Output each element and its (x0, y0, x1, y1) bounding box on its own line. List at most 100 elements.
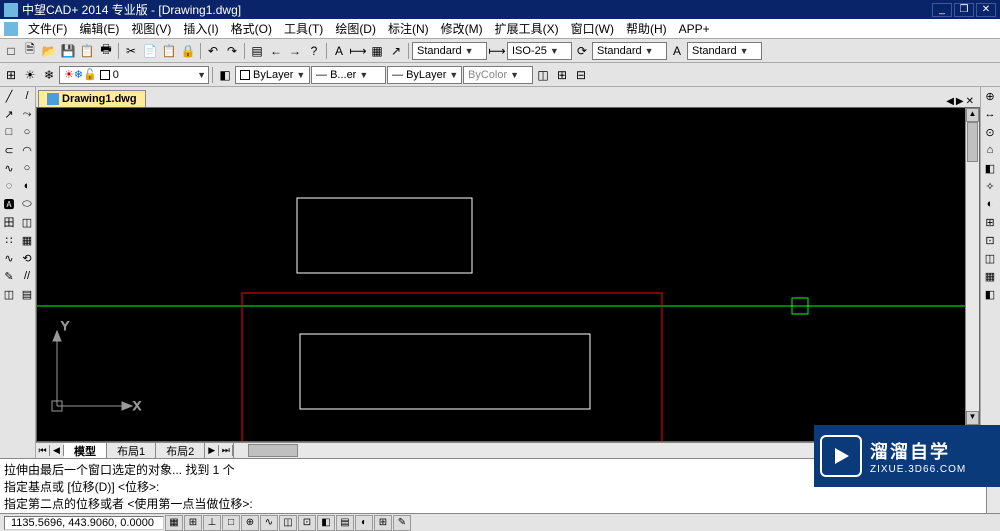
saveas-icon[interactable]: 📋 (78, 42, 96, 60)
move-icon[interactable]: ⊕ (981, 87, 999, 105)
grid-toggle[interactable]: ⊞ (184, 515, 202, 531)
layer-manager-icon[interactable]: ⊞ (2, 66, 20, 84)
hatch-icon[interactable]: ▦ (18, 231, 36, 249)
menu-window[interactable]: 窗口(W) (565, 18, 620, 39)
block-icon[interactable]: ◫ (18, 213, 36, 231)
menu-format[interactable]: 格式(O) (225, 18, 278, 39)
offset-icon[interactable]: ◧ (981, 159, 999, 177)
next-icon[interactable]: → (286, 42, 304, 60)
extend-icon[interactable]: ◫ (981, 249, 999, 267)
prop-icon1[interactable]: ◫ (534, 66, 552, 84)
layout-tab-layout1[interactable]: 布局1 (107, 443, 156, 459)
donut-icon[interactable]: ◌ (0, 177, 18, 195)
text-tool-icon[interactable]: A (668, 42, 686, 60)
arc2-icon[interactable]: ◠ (18, 141, 36, 159)
polar-toggle[interactable]: □ (222, 515, 240, 531)
menu-draw[interactable]: 绘图(D) (329, 18, 382, 39)
paste-icon[interactable]: 📋 (160, 42, 178, 60)
wcs-toggle[interactable]: ⊞ (374, 515, 392, 531)
stretch-icon[interactable]: ⊞ (981, 213, 999, 231)
point-icon[interactable]: ∷ (0, 231, 18, 249)
menu-insert[interactable]: 插入(I) (177, 18, 224, 39)
rect-icon[interactable]: □ (0, 123, 18, 141)
text-icon[interactable]: 🅰 (0, 195, 18, 213)
coordinate-display[interactable]: 1135.5696, 443.9060, 0.0000 (4, 516, 164, 530)
lineweight-combo[interactable]: — ByLayer▼ (387, 66, 462, 84)
ellipsearc-icon[interactable]: ◐ (18, 177, 36, 195)
minimize-button[interactable]: _ (932, 3, 952, 17)
print-icon[interactable]: 🖶 (97, 42, 115, 60)
dimset-combo[interactable]: ISO-25▼ (507, 42, 572, 60)
fillet-icon[interactable]: ◧ (981, 285, 999, 303)
color-icon[interactable]: ◧ (216, 66, 234, 84)
circle-icon[interactable]: ○ (18, 123, 36, 141)
menu-view[interactable]: 视图(V) (125, 18, 177, 39)
layout-nav-last[interactable]: ⏭ (219, 445, 233, 456)
array-icon[interactable]: ✧ (981, 177, 999, 195)
menu-dimension[interactable]: 标注(N) (382, 18, 435, 39)
dimstyle-combo[interactable]: Standard▼ (412, 42, 487, 60)
pan-icon[interactable]: ▤ (248, 42, 266, 60)
mleader-icon[interactable]: ↗ (387, 42, 405, 60)
update-icon[interactable]: ⟳ (573, 42, 591, 60)
match-icon[interactable]: 🔒 (179, 42, 197, 60)
layer-states-icon[interactable]: ☀ (21, 66, 39, 84)
layer-filter-icon[interactable]: ❄ (40, 66, 58, 84)
ray-icon[interactable]: / (18, 87, 36, 105)
color-combo[interactable]: ByLayer▼ (235, 66, 310, 84)
linetype-combo[interactable]: — B...er▼ (311, 66, 386, 84)
tablestyle-combo[interactable]: Standard▼ (687, 42, 762, 60)
osnap-toggle[interactable]: ⊕ (241, 515, 259, 531)
layout-tab-layout2[interactable]: 布局2 (156, 443, 205, 459)
open-icon[interactable]: 📂 (40, 42, 58, 60)
new-sheet-icon[interactable]: 🗎 (21, 42, 39, 60)
viewport-v-scrollbar[interactable]: ▲ ▼ (965, 108, 979, 425)
sc-toggle[interactable]: ◐ (355, 515, 373, 531)
scroll-h-thumb[interactable] (248, 444, 298, 457)
layout-nav-next[interactable]: ▶ (205, 445, 219, 456)
gradient-icon[interactable]: ∿ (0, 249, 18, 267)
cut-icon[interactable]: ✂ (122, 42, 140, 60)
mirror-icon[interactable]: ⌂ (981, 141, 999, 159)
restore-button[interactable]: ❐ (954, 3, 974, 17)
arc-icon[interactable]: ⊂ (0, 141, 18, 159)
copy-icon[interactable]: 📄 (141, 42, 159, 60)
layer-combo[interactable]: ☀❄🔓 0▼ (59, 66, 209, 84)
model-viewport[interactable]: Y X ▲ ▼ (36, 107, 980, 442)
table-icon[interactable]: ▦ (368, 42, 386, 60)
menu-modify[interactable]: 修改(M) (435, 18, 489, 39)
menu-edit[interactable]: 编辑(E) (73, 18, 125, 39)
region-icon[interactable]: ⟲ (18, 249, 36, 267)
scroll-v-thumb[interactable] (967, 122, 978, 162)
prop-icon3[interactable]: ⊟ (572, 66, 590, 84)
style-icon[interactable]: A (330, 42, 348, 60)
save-icon[interactable]: 💾 (59, 42, 77, 60)
mline-icon[interactable]: // (18, 267, 36, 285)
textstyle-combo[interactable]: Standard▼ (592, 42, 667, 60)
dim-tool-icon[interactable]: ⟼ (488, 42, 506, 60)
scale-icon[interactable]: ◐ (981, 195, 999, 213)
copy-mod-icon[interactable]: ↔ (981, 105, 999, 123)
menu-express[interactable]: 扩展工具(X) (489, 18, 565, 39)
lwt-toggle[interactable]: ◫ (279, 515, 297, 531)
app-menu-icon[interactable] (4, 22, 18, 36)
doc-tab-drawing1[interactable]: Drawing1.dwg (38, 90, 146, 107)
undo-icon[interactable]: ↶ (204, 42, 222, 60)
redo-icon[interactable]: ↷ (223, 42, 241, 60)
pline-icon[interactable]: ⤳ (18, 105, 36, 123)
menu-tools[interactable]: 工具(T) (278, 18, 329, 39)
scroll-down-icon[interactable]: ▼ (966, 411, 979, 425)
drawing-canvas[interactable] (37, 108, 979, 441)
xline-icon[interactable]: ↗ (0, 105, 18, 123)
menu-help[interactable]: 帮助(H) (620, 18, 673, 39)
rotate-icon[interactable]: ⊙ (981, 123, 999, 141)
sketch-icon[interactable]: ✎ (0, 267, 18, 285)
ortho-toggle[interactable]: ⊥ (203, 515, 221, 531)
entity-rect-2[interactable] (300, 334, 590, 409)
layout-tab-model[interactable]: 模型 (64, 443, 107, 459)
model-toggle[interactable]: ◧ (317, 515, 335, 531)
layout-nav-first[interactable]: ⏮ (36, 445, 50, 456)
help-icon[interactable]: ? (305, 42, 323, 60)
new-icon[interactable]: □ (2, 42, 20, 60)
boundary-icon[interactable]: ◫ (0, 285, 18, 303)
